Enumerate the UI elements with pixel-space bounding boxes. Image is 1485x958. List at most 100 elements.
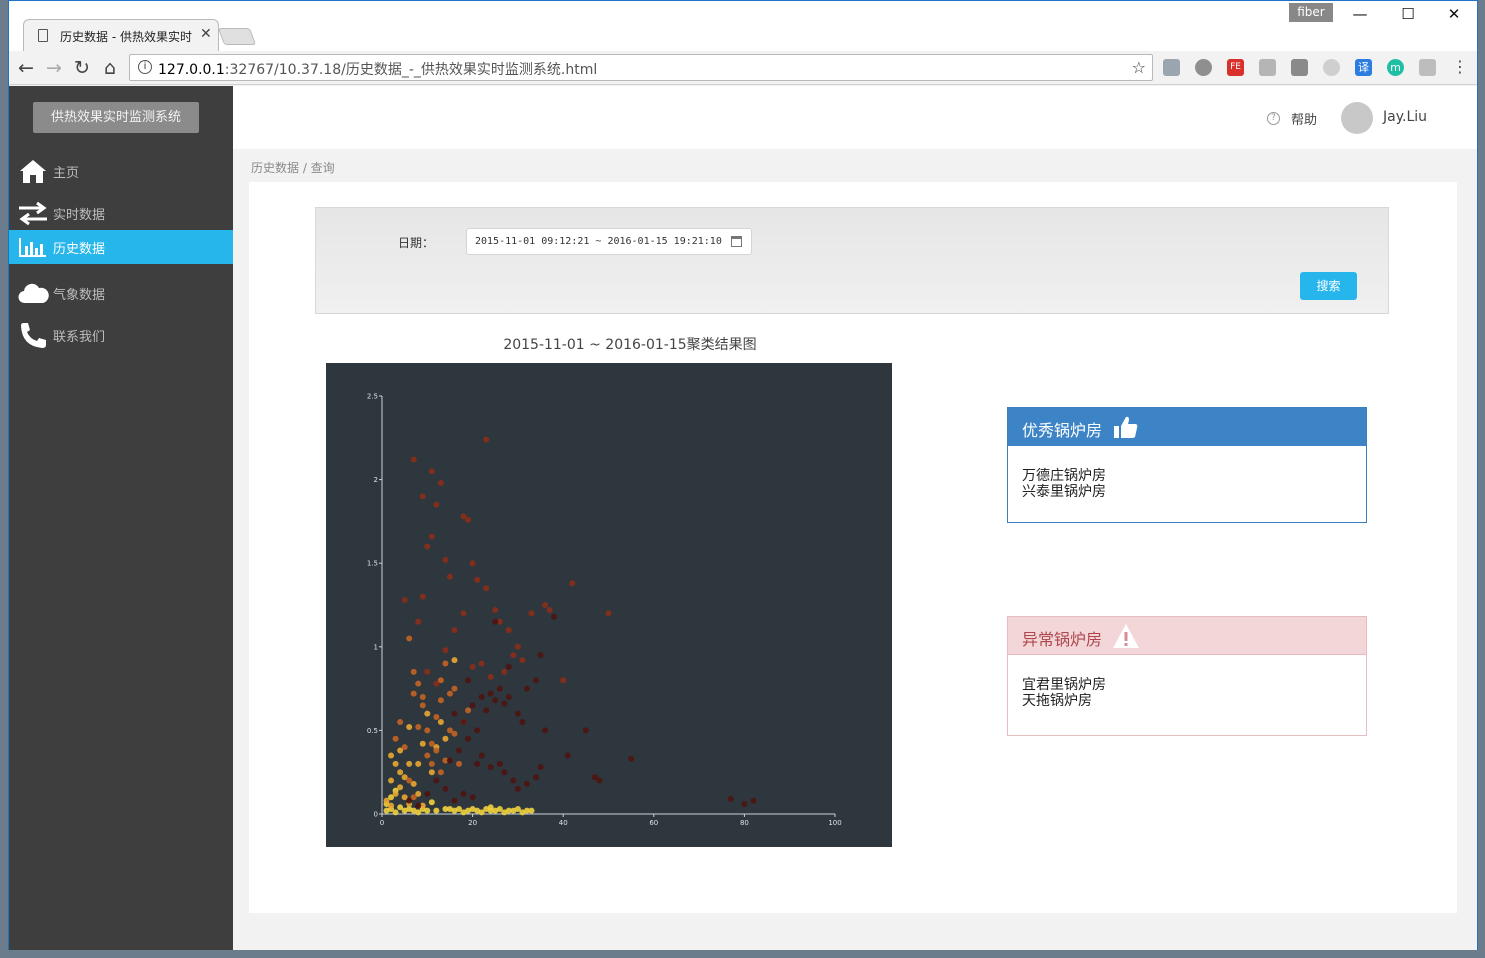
brand-button[interactable]: 供热效果实时监测系统	[33, 102, 199, 133]
data-point	[397, 784, 404, 791]
data-point	[442, 647, 449, 654]
data-point	[424, 807, 431, 814]
data-point	[419, 702, 426, 709]
data-point	[428, 769, 435, 776]
sidebar-item-label: 联系我们	[53, 330, 106, 345]
address-bar[interactable]: i 127.0.0.1:32767/10.37.18/历史数据_-_供热效果实时…	[129, 54, 1153, 81]
extension-mail-icon[interactable]	[1291, 59, 1308, 76]
info-icon[interactable]: i	[138, 60, 152, 74]
data-point	[569, 580, 576, 587]
data-point	[433, 807, 440, 814]
extension-fe-icon[interactable]: FE	[1227, 59, 1244, 76]
x-tick-label: 40	[559, 819, 568, 827]
browser-tab[interactable]: 历史数据 - 供热效果实时 ✕	[23, 19, 219, 51]
close-window-icon[interactable]: ✕	[1439, 5, 1469, 23]
data-point	[487, 764, 494, 771]
data-point	[437, 719, 444, 726]
data-point	[388, 802, 395, 809]
x-tick-label: 60	[649, 819, 658, 827]
search-button[interactable]: 搜索	[1300, 272, 1357, 300]
data-point	[483, 585, 490, 592]
extension-layout-icon[interactable]	[1163, 59, 1180, 76]
data-point	[433, 747, 440, 754]
data-point	[383, 797, 390, 804]
data-point	[465, 735, 472, 742]
user-name[interactable]: Jay.Liu	[1383, 109, 1427, 125]
home-button-icon[interactable]: ⌂	[99, 57, 121, 79]
avatar[interactable]	[1341, 102, 1373, 134]
data-point	[628, 755, 635, 762]
data-point	[533, 677, 540, 684]
data-point	[437, 479, 444, 486]
data-point	[519, 657, 526, 664]
data-point	[605, 610, 612, 617]
data-point	[419, 693, 426, 700]
calendar-icon[interactable]	[731, 236, 742, 247]
data-point	[437, 697, 444, 704]
data-point	[750, 797, 757, 804]
maximize-icon[interactable]: ☐	[1393, 5, 1423, 23]
reload-icon[interactable]: ↻	[71, 57, 93, 79]
date-range-input[interactable]: 2015-11-01 09:12:21 ~ 2016-01-15 19:21:1…	[466, 228, 752, 255]
data-point	[560, 677, 567, 684]
data-point	[437, 769, 444, 776]
extension-angular-icon[interactable]	[1195, 59, 1212, 76]
card-body: 宜君里锅炉房 天拖锅炉房	[1022, 677, 1106, 709]
minimize-icon[interactable]: —	[1345, 5, 1375, 23]
sidebar-item-label: 实时数据	[53, 208, 106, 223]
data-point	[428, 468, 435, 475]
data-point	[446, 805, 453, 812]
data-point	[451, 797, 458, 804]
list-item: 万德庄锅炉房	[1022, 468, 1106, 484]
data-point	[406, 777, 413, 784]
data-point	[424, 710, 431, 717]
data-point	[451, 685, 458, 692]
data-point	[415, 760, 422, 767]
url-path: :32767/10.37.18/历史数据_-_供热效果实时监测系统.html	[224, 62, 598, 78]
help-link[interactable]: 帮助	[1291, 109, 1317, 128]
close-tab-icon[interactable]: ✕	[200, 26, 212, 42]
back-arrow-icon[interactable]: ←	[15, 57, 37, 79]
data-point	[460, 719, 467, 726]
data-point	[456, 760, 463, 767]
extension-translate-icon[interactable]: 译	[1355, 59, 1372, 76]
sidebar-item-contact[interactable]: 联系我们	[9, 318, 233, 352]
forward-arrow-icon[interactable]: →	[43, 57, 65, 79]
sidebar-item-realtime[interactable]: 实时数据	[9, 196, 233, 230]
data-point	[446, 757, 453, 764]
help-icon[interactable]: ?	[1267, 112, 1280, 125]
phone-icon	[21, 323, 46, 348]
data-point	[397, 719, 404, 726]
extension-m-icon[interactable]: m	[1387, 59, 1404, 76]
extension-tool-icon[interactable]	[1419, 59, 1436, 76]
data-point	[419, 593, 426, 600]
sidebar-item-weather[interactable]: 气象数据	[9, 276, 233, 310]
data-point	[514, 643, 521, 650]
data-point	[456, 747, 463, 754]
sidebar-item-history[interactable]: 历史数据	[9, 230, 233, 264]
data-point	[433, 680, 440, 687]
menu-dots-icon[interactable]: ⋮	[1449, 57, 1471, 76]
list-item: 宜君里锅炉房	[1022, 677, 1106, 693]
data-point	[424, 790, 431, 797]
browser-toolbar: ← → ↻ ⌂ i 127.0.0.1:32767/10.37.18/历史数据_…	[9, 51, 1477, 85]
new-tab-button[interactable]	[217, 28, 257, 45]
extension-circle-icon[interactable]	[1323, 59, 1340, 76]
profile-chip[interactable]: fiber	[1289, 3, 1333, 22]
card-header: 异常锅炉房	[1008, 617, 1366, 655]
sidebar-item-label: 气象数据	[53, 288, 106, 303]
scatter-chart: 0 0.5 1 1.5 2 2.5 0 20 40 60 80 100	[326, 363, 892, 847]
data-point	[519, 719, 526, 726]
warning-icon	[1113, 624, 1139, 648]
data-point	[487, 690, 494, 697]
extension-grid-icon[interactable]	[1259, 59, 1276, 76]
data-point	[419, 493, 426, 500]
data-point	[465, 516, 472, 523]
data-point	[474, 760, 481, 767]
data-point	[510, 652, 517, 659]
sidebar-item-home[interactable]: 主页	[9, 154, 233, 188]
data-point	[478, 693, 485, 700]
sidebar-item-label: 历史数据	[53, 242, 106, 257]
data-point	[501, 700, 508, 707]
bookmark-star-icon[interactable]: ☆	[1132, 58, 1146, 77]
